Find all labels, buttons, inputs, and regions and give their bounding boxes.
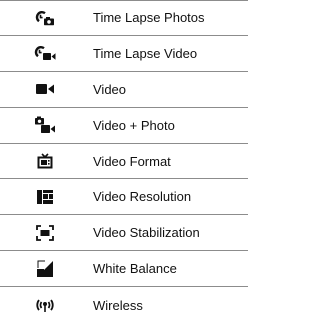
list-item-label: Video Format [93,153,171,169]
video-format-icon [0,144,90,179]
list-item: Video [0,72,248,108]
list-item-label: Time Lapse Photos [93,10,205,26]
list-item: Video + Photo [0,108,248,144]
video-resolution-icon [0,179,90,214]
video-stabilization-icon [0,215,90,250]
list-item-label: Video [93,81,127,97]
video-camera-icon [0,72,90,107]
white-balance-icon [0,251,90,286]
time-lapse-photos-icon [0,1,90,35]
list-item: White Balance [0,251,248,288]
time-lapse-video-icon [0,36,90,71]
list-item-label: Video Resolution [93,189,192,205]
list-item-label: Video Stabilization [93,225,200,241]
icon-legend-list: Time Lapse Photos Time Lapse Video Video [0,0,248,323]
list-item: Time Lapse Video [0,36,248,72]
list-item: Video Resolution [0,179,248,216]
video-photo-icon [0,108,90,143]
list-item-label: Video + Photo [93,117,175,133]
wireless-icon [0,287,90,323]
list-item: Time Lapse Photos [0,0,248,36]
list-item-label: White Balance [93,261,177,277]
list-item-label: Time Lapse Video [93,45,198,61]
list-item-label: Wireless [93,297,143,313]
list-item: Video Stabilization [0,215,248,252]
list-item: Video Format [0,144,248,180]
list-item: Wireless [0,287,248,323]
